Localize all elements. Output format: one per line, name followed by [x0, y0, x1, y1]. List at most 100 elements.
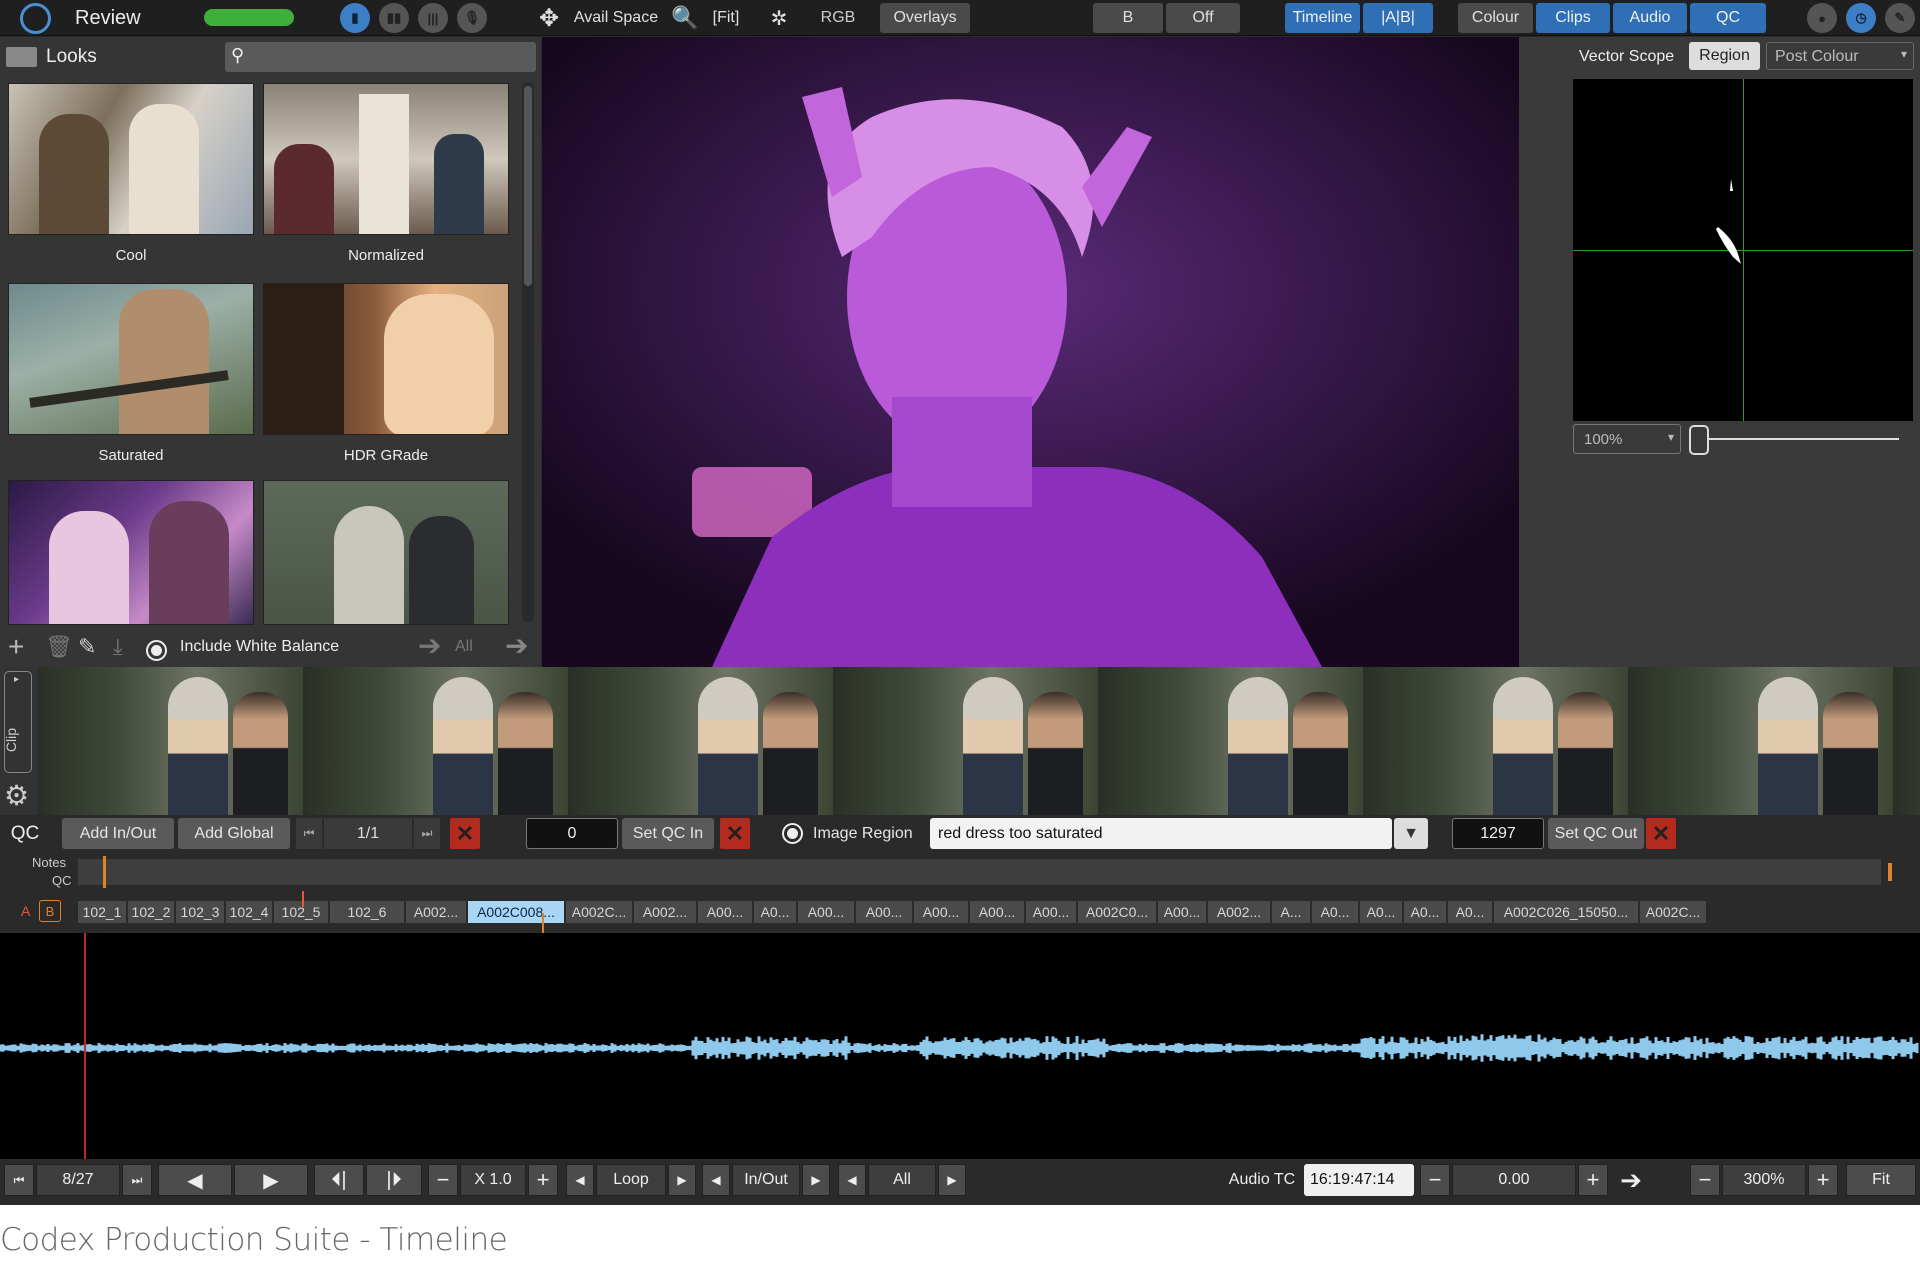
range-next-button[interactable]: ▶ [938, 1164, 966, 1196]
step-back-button[interactable]: ⏴| [314, 1164, 364, 1196]
clip-filmstrip[interactable]: ▸ Clip ⚙ [0, 667, 1920, 815]
set-qc-out-button[interactable]: Set QC Out [1548, 818, 1644, 849]
track-b-label[interactable]: B [39, 900, 61, 922]
clips-button[interactable]: Clips [1536, 3, 1610, 33]
zoom-icon[interactable]: 🔍 [670, 3, 700, 33]
offset-minus-button[interactable]: − [1420, 1164, 1450, 1196]
gear-icon[interactable]: ⚙ [4, 779, 29, 812]
zoom-out-button[interactable]: − [1690, 1164, 1720, 1196]
timeline-clip[interactable]: 102_4 [226, 901, 272, 923]
timeline-clip[interactable]: A002C... [566, 901, 632, 923]
look-thumb-5[interactable] [8, 480, 254, 625]
brush-icon[interactable]: ✎ [1885, 3, 1915, 33]
timeline-clip[interactable]: A0... [1404, 901, 1446, 923]
avail-space-button[interactable]: Avail Space [572, 3, 660, 33]
qc-in-field[interactable]: 0 [526, 818, 618, 849]
look-thumb-saturated[interactable] [8, 283, 254, 435]
playhead[interactable] [84, 933, 86, 1159]
offset-plus-button[interactable]: + [1578, 1164, 1608, 1196]
inout-prev-button[interactable]: ◀ [702, 1164, 730, 1196]
zoom-in-button[interactable]: + [1808, 1164, 1838, 1196]
fit-button[interactable]: [Fit] [706, 3, 746, 33]
pencil-icon[interactable]: ✎ [78, 634, 96, 660]
timeline-clip[interactable]: A002... [1208, 901, 1270, 923]
timeline-clip[interactable]: A... [1272, 901, 1310, 923]
timeline-clip[interactable]: 102_6 [330, 901, 404, 923]
loop-next-button[interactable]: ▶ [668, 1164, 696, 1196]
scope-mode-select[interactable]: Post Colour ▾ [1766, 42, 1914, 70]
loop-mode-field[interactable]: Loop [596, 1164, 666, 1196]
qc-out-field[interactable]: 1297 [1452, 818, 1544, 849]
track-a-label[interactable]: A [21, 903, 30, 919]
timeline-clip[interactable]: A0... [1448, 901, 1492, 923]
timeline-clip[interactable]: A0... [1360, 901, 1402, 923]
qc-button[interactable]: QC [1690, 3, 1766, 33]
sync-arrow-icon[interactable]: ➔ [1614, 1164, 1648, 1196]
timeline-clip[interactable]: A0... [754, 901, 796, 923]
timeline-clip[interactable]: A002C026_15050... [1494, 901, 1638, 923]
play-reverse-button[interactable]: ◀ [158, 1164, 232, 1196]
trash-icon[interactable]: 🗑 [45, 634, 73, 660]
timeline-clip[interactable]: A002C008... [468, 901, 564, 923]
audio-button[interactable]: Audio [1613, 3, 1687, 33]
add-icon[interactable]: + [8, 631, 24, 663]
inout-next-button[interactable]: ▶ [802, 1164, 830, 1196]
looks-search-input[interactable]: ⚲ [225, 42, 536, 72]
timeline-clip[interactable]: A00... [856, 901, 912, 923]
apply-arrow-icon[interactable]: ➔ [418, 629, 441, 662]
offset-field[interactable]: 0.00 [1452, 1164, 1576, 1196]
scope-slider-handle[interactable] [1689, 425, 1709, 455]
inout-mode-field[interactable]: In/Out [732, 1164, 800, 1196]
timeline-clip[interactable]: A00... [698, 901, 752, 923]
timeline-clip[interactable]: A002... [406, 901, 466, 923]
zoom-field[interactable]: 300% [1722, 1164, 1806, 1196]
qc-page-field[interactable]: 1/1 [324, 818, 412, 849]
speed-up-button[interactable]: + [528, 1164, 558, 1196]
image-region-radio[interactable] [782, 823, 803, 844]
region-button[interactable]: Region [1689, 42, 1760, 70]
timeline-clip[interactable]: A00... [914, 901, 968, 923]
timeline-clip[interactable]: A00... [1158, 901, 1206, 923]
notes-marker[interactable] [103, 856, 106, 888]
delete-note-button[interactable]: ✕ [450, 818, 480, 849]
colour-button[interactable]: Colour [1458, 3, 1533, 33]
last-clip-icon[interactable]: ⏭ [122, 1164, 152, 1196]
range-mode-field[interactable]: All [868, 1164, 936, 1196]
clip-tab[interactable]: ▸ Clip [3, 671, 32, 773]
fit-timeline-button[interactable]: Fit [1846, 1164, 1916, 1196]
scope-slider[interactable] [1689, 438, 1899, 440]
crosshair-icon[interactable]: ✲ [764, 3, 794, 33]
qc-note-input[interactable]: red dress too saturated [930, 818, 1392, 849]
timeline-clip[interactable]: 102_3 [176, 901, 224, 923]
prev-note-icon[interactable]: ⏮ [296, 818, 322, 849]
off-button[interactable]: Off [1166, 3, 1240, 33]
apply-all-label[interactable]: All [455, 638, 473, 656]
play-button[interactable]: ▶ [234, 1164, 308, 1196]
panel-toggle-icon[interactable] [6, 47, 37, 67]
split-view-icon[interactable]: ▮▮ [379, 3, 409, 33]
move-icon[interactable]: ✥ [534, 3, 564, 33]
timeline-clip[interactable]: 102_2 [128, 901, 174, 923]
timeline-clip[interactable]: A00... [970, 901, 1024, 923]
step-forward-button[interactable]: |⏵ [366, 1164, 422, 1196]
overlays-button[interactable]: Overlays [880, 3, 970, 33]
audio-waveform[interactable] [0, 933, 1920, 1159]
add-global-button[interactable]: Add Global [178, 818, 290, 849]
scope-zoom-select[interactable]: 100% ▾ [1573, 424, 1681, 454]
look-thumb-hdr-grade[interactable] [263, 283, 509, 435]
ab-button[interactable]: |A|B| [1363, 3, 1433, 33]
clip-page-field[interactable]: 8/27 [36, 1164, 120, 1196]
download-icon[interactable]: ⤓ [113, 634, 123, 660]
audio-tc-field[interactable]: 16:19:47:14 [1304, 1164, 1414, 1196]
timeline-clip[interactable]: A002... [634, 901, 696, 923]
timeline-button[interactable]: Timeline [1285, 3, 1360, 33]
timeline-clip[interactable]: 102_1 [78, 901, 126, 923]
next-note-icon[interactable]: ⏭ [414, 818, 440, 849]
record-icon[interactable]: ● [1807, 3, 1837, 33]
speed-down-button[interactable]: − [428, 1164, 458, 1196]
clear-qc-in-button[interactable]: ✕ [720, 818, 750, 849]
speed-field[interactable]: X 1.0 [460, 1164, 526, 1196]
notes-track[interactable] [78, 859, 1881, 885]
look-thumb-cool[interactable] [8, 83, 254, 235]
timeline-clip[interactable]: A002C0... [1078, 901, 1156, 923]
